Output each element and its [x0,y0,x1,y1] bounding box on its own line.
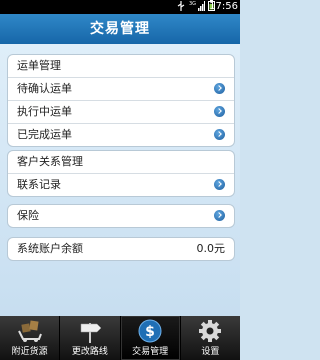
tab-label: 更改路线 [71,347,108,357]
chevron-right-icon [214,83,225,94]
row-label: 系统账户余额 [17,242,83,255]
tab-label: 设置 [201,347,220,357]
usb-icon [176,0,186,14]
tab-settings[interactable]: 设置 [181,316,240,360]
page-title: 交易管理 [0,14,240,44]
signal-3g-icon: 3G [189,0,205,14]
menu-item-insurance[interactable]: 保险 [8,205,234,227]
tab-label: 附近货源 [11,347,48,357]
balance-value: 0.0元 [196,242,226,255]
truck-cargo-icon [17,319,43,343]
menu-content: 运单管理 待确认运单 执行中运单 已完成运单 客户关系管理 联系记录 保险 系统… [0,44,240,316]
row-label: 执行中运单 [17,105,72,118]
menu-item-completed-waybills[interactable]: 已完成运单 [8,123,234,146]
row-label: 联系记录 [17,178,61,191]
signpost-icon [77,319,103,343]
menu-item-active-waybills[interactable]: 执行中运单 [8,100,234,123]
row-label: 待确认运单 [17,82,72,95]
chevron-right-icon [214,106,225,117]
section-header-waybill: 运单管理 [8,55,234,77]
crm-group: 客户关系管理 联系记录 [7,150,235,197]
row-label: 客户关系管理 [17,155,83,168]
status-bar: 3G 17:56 [0,0,240,14]
status-time: 17:56 [209,1,238,12]
row-label: 运单管理 [17,59,61,72]
tab-nearby-cargo[interactable]: 附近货源 [0,316,61,360]
row-label: 已完成运单 [17,128,72,141]
insurance-group: 保险 [7,204,235,228]
section-header-crm: 客户关系管理 [8,151,234,173]
waybill-group: 运单管理 待确认运单 执行中运单 已完成运单 [7,54,235,147]
account-balance-row: 系统账户余额 0.0元 [8,238,234,260]
bottom-tab-bar: 附近货源 更改路线 $ 交易管理 设置 [0,316,240,360]
tab-trade-management[interactable]: $ 交易管理 [120,316,181,360]
dollar-icon: $ [137,319,163,343]
row-label: 保险 [17,209,39,222]
svg-text:3G: 3G [189,1,196,7]
tab-change-route[interactable]: 更改路线 [60,316,121,360]
gear-icon [197,319,223,343]
menu-item-contact-records[interactable]: 联系记录 [8,173,234,196]
svg-text:$: $ [145,324,155,340]
chevron-right-icon [214,179,225,190]
tab-label: 交易管理 [132,347,169,357]
chevron-right-icon [214,129,225,140]
menu-item-pending-waybills[interactable]: 待确认运单 [8,77,234,100]
chevron-right-icon [214,210,225,221]
balance-group: 系统账户余额 0.0元 [7,237,235,261]
